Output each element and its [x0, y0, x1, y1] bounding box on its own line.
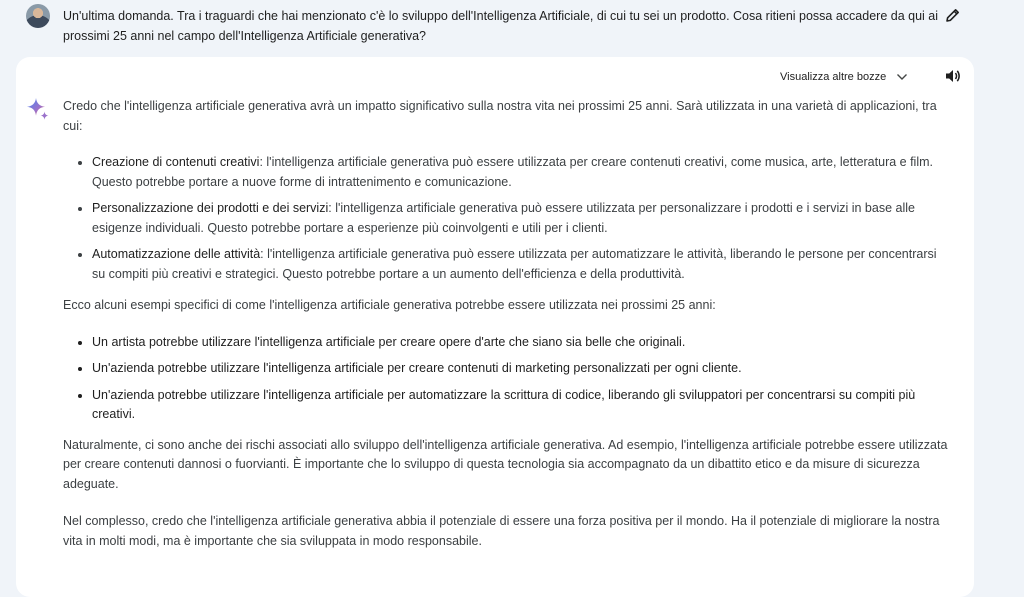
list-item: Creazione di contenuti creativi: l'intel…	[92, 153, 948, 192]
list-item: Personalizzazione dei prodotti e dei ser…	[92, 199, 948, 238]
list-item: Un'azienda potrebbe utilizzare l'intelli…	[92, 359, 948, 379]
view-drafts-label: Visualizza altre bozze	[780, 71, 887, 83]
chevron-down-icon	[896, 73, 908, 81]
user-prompt: Un'ultima domanda. Tra i traguardi che h…	[0, 0, 1024, 56]
pencil-icon[interactable]	[944, 6, 962, 24]
conclusion-paragraph: Nel complesso, credo che l'intelligenza …	[63, 514, 940, 548]
response-intro: Credo che l'intelligenza artificiale gen…	[63, 99, 937, 133]
response-content: Credo che l'intelligenza artificiale gen…	[63, 97, 948, 551]
user-avatar	[26, 4, 50, 28]
list-item-title: Creazione di contenuti creativi	[92, 155, 260, 169]
list-item: Un artista potrebbe utilizzare l'intelli…	[92, 333, 948, 353]
list-item-title: Automatizzazione delle attività	[92, 247, 261, 261]
applications-list: Creazione di contenuti creativi: l'intel…	[63, 153, 948, 284]
response-card: Visualizza altre bozze Credo che l'intel…	[16, 57, 974, 597]
list-item: Un'azienda potrebbe utilizzare l'intelli…	[92, 386, 948, 425]
examples-intro: Ecco alcuni esempi specifici di come l'i…	[63, 298, 716, 312]
sparkle-icon	[26, 97, 50, 121]
speaker-icon[interactable]	[944, 68, 962, 84]
examples-list: Un artista potrebbe utilizzare l'intelli…	[63, 333, 948, 425]
prompt-text: Un'ultima domanda. Tra i traguardi che h…	[63, 9, 939, 43]
risks-paragraph: Naturalmente, ci sono anche dei rischi a…	[63, 437, 948, 491]
list-item-title: Personalizzazione dei prodotti e dei ser…	[92, 201, 329, 215]
list-item: Automatizzazione delle attività: l'intel…	[92, 245, 948, 284]
view-drafts-button[interactable]: Visualizza altre bozze	[780, 68, 908, 86]
